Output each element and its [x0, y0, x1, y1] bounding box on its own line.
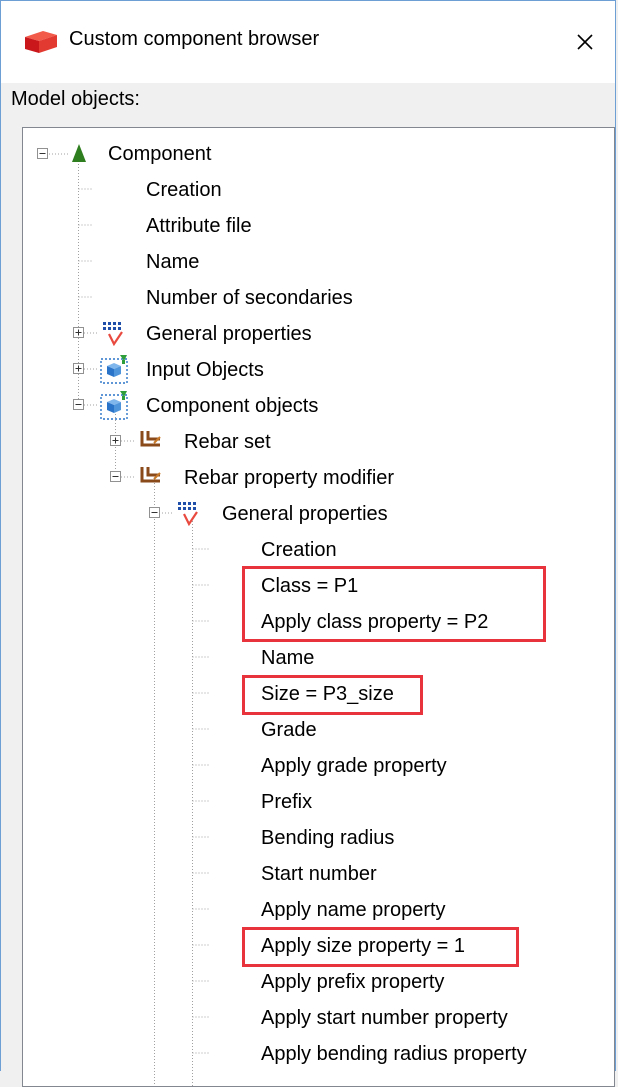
tree-node-property[interactable]: Grade: [261, 712, 317, 748]
rebar-set-icon: [140, 431, 161, 447]
expander-expand-rebar-set[interactable]: [110, 435, 121, 446]
component-objects-cube-icon: [100, 391, 128, 420]
tree-node-input-objects[interactable]: Input Objects: [146, 352, 264, 388]
tree-node-label: Class = P1: [261, 575, 359, 597]
expander-collapse-component[interactable]: [37, 148, 48, 159]
rebar-modifier-icon: [140, 467, 161, 483]
tree-node-property[interactable]: Bending radius: [261, 820, 394, 856]
model-objects-tree[interactable]: Component Creation Attribute file Name N…: [22, 127, 615, 1087]
tree-node-name[interactable]: Name: [146, 244, 199, 280]
tree-node-property[interactable]: Prefix: [261, 784, 312, 820]
window-title: Custom component browser: [69, 28, 320, 50]
close-button[interactable]: [555, 1, 615, 83]
tree-node-label: Apply grade property: [261, 755, 447, 777]
tree-node-label: Creation: [146, 179, 222, 201]
properties-grid-icon: [103, 322, 123, 346]
tree-node-label: Component: [108, 143, 212, 165]
title-bar: Custom component browser: [1, 1, 615, 83]
tree-node-modifier-general-properties[interactable]: General properties: [222, 496, 388, 532]
expander-collapse-component-objects[interactable]: [73, 399, 84, 410]
tree-node-property[interactable]: Apply grade property: [261, 748, 447, 784]
tree-node-property[interactable]: Apply prefix property: [261, 964, 444, 1000]
component-triangle-icon: [72, 144, 86, 162]
tree-node-label: Apply prefix property: [261, 971, 445, 993]
model-objects-label: Model objects:: [11, 88, 140, 110]
tree-node-property[interactable]: Size = P3_size: [261, 676, 394, 712]
tree-node-property[interactable]: Apply start number property: [261, 1000, 508, 1036]
tree-node-label: General properties: [222, 503, 388, 525]
tree-node-label: Start number: [261, 863, 377, 885]
tree-node-label: Apply bending radius property: [261, 1043, 527, 1065]
expander-expand-input-objects[interactable]: [73, 363, 84, 374]
app-logo-icon: [25, 31, 57, 53]
expander-collapse-modifier-general-properties[interactable]: [149, 507, 160, 518]
expander-expand-general-properties[interactable]: [73, 327, 84, 338]
tree-node-label: Grade: [261, 719, 317, 741]
tree-node-label: Name: [146, 251, 200, 273]
tree-node-rebar-property-modifier[interactable]: Rebar property modifier: [184, 460, 394, 496]
tree-node-property[interactable]: Class = P1: [261, 568, 358, 604]
tree-node-property[interactable]: Apply bending radius property: [261, 1036, 527, 1072]
tree-node-label: Name: [261, 647, 315, 669]
tree-node-component[interactable]: Component: [108, 136, 211, 172]
tree-node-label: Apply class property = P2: [261, 611, 489, 633]
tree-node-label: Input Objects: [146, 359, 264, 381]
tree-node-rebar-set[interactable]: Rebar set: [184, 424, 271, 460]
tree-node-label: Number of secondaries: [146, 287, 353, 309]
tree-node-label: Rebar property modifier: [184, 467, 395, 489]
tree-node-attribute-file[interactable]: Attribute file: [146, 208, 252, 244]
component-browser-window: Custom component browser Model objects:: [0, 0, 616, 1087]
tree-node-label: Component objects: [146, 395, 319, 417]
tree-node-general-properties[interactable]: General properties: [146, 316, 312, 352]
tree-node-label: Attribute file: [146, 215, 252, 237]
tree-node-number-of-secondaries[interactable]: Number of secondaries: [146, 280, 353, 316]
close-icon: [577, 34, 593, 50]
tree-node-creation[interactable]: Creation: [146, 172, 222, 208]
tree-node-property[interactable]: Creation: [261, 532, 337, 568]
properties-grid-icon: [178, 502, 198, 526]
tree-node-label: Bending radius: [261, 827, 395, 849]
tree-node-property[interactable]: Name: [261, 640, 314, 676]
tree-node-label: Apply start number property: [261, 1007, 508, 1029]
tree-node-label: General properties: [146, 323, 312, 345]
tree-node-label: Apply size property = 1: [261, 935, 465, 957]
input-objects-cube-icon: [100, 355, 128, 384]
tree-node-property[interactable]: Apply name property: [261, 892, 446, 928]
tree-node-label: Rebar set: [184, 431, 271, 453]
tree-node-component-objects[interactable]: Component objects: [146, 388, 318, 424]
tree-node-label: Size = P3_size: [261, 683, 394, 705]
tree-node-property[interactable]: Apply class property = P2: [261, 604, 488, 640]
tree-node-property[interactable]: Apply size property = 1: [261, 928, 465, 964]
tree-node-label: Creation: [261, 539, 337, 561]
tree-node-property[interactable]: Start number: [261, 856, 377, 892]
tree-node-label: Prefix: [261, 791, 313, 813]
tree-node-label: Apply name property: [261, 899, 446, 921]
expander-collapse-rebar-property-modifier[interactable]: [110, 471, 121, 482]
